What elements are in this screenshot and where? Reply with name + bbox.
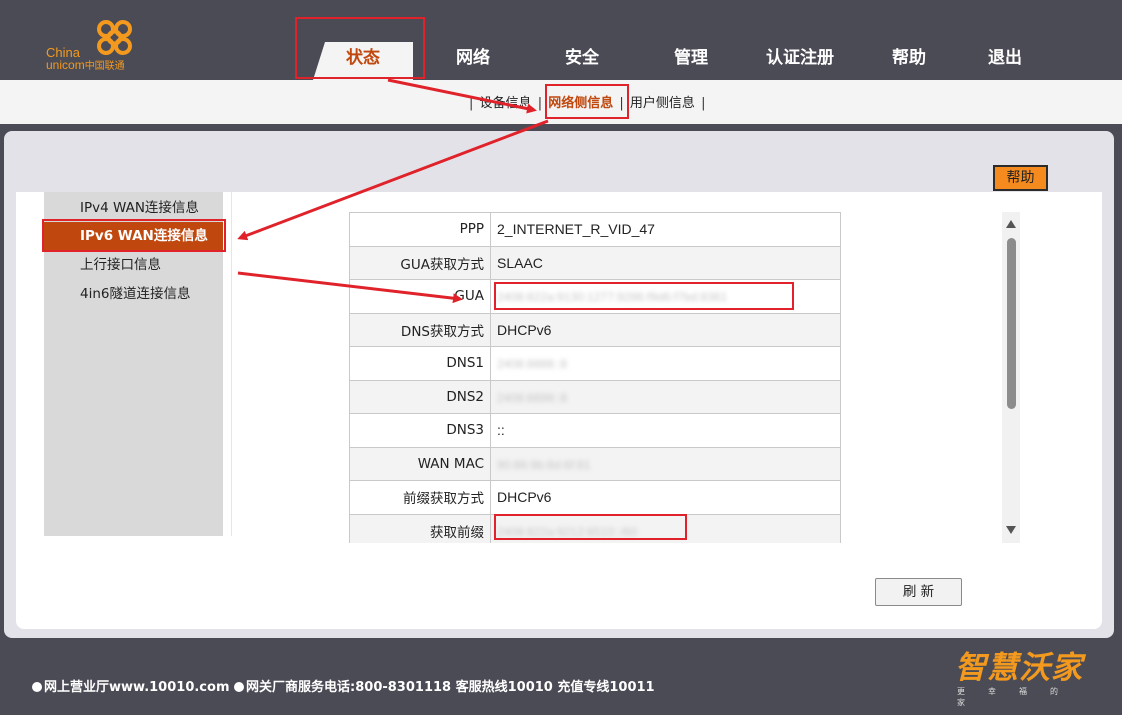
annotation-arrows xyxy=(237,78,549,304)
arrow-status-to-network-side xyxy=(387,78,537,114)
arrow-to-ipv6-menu xyxy=(237,119,549,241)
arrow-to-gua xyxy=(237,271,463,304)
